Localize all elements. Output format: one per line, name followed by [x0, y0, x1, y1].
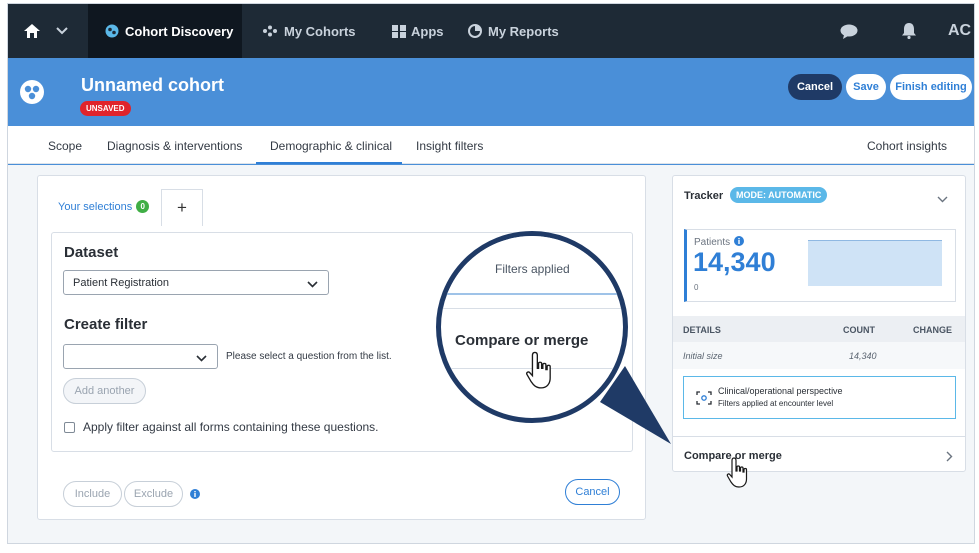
- zoom-compare-label: Compare or merge: [455, 332, 589, 349]
- zoom-hand-cursor-icon: [525, 350, 557, 399]
- app-window: Cohort Discovery My Cohorts Apps My Repo…: [7, 3, 975, 544]
- zoom-magnifier: Filters applied Compare or merge: [436, 231, 628, 423]
- zoom-divider: [441, 308, 623, 309]
- zoom-filters-applied: Filters applied: [495, 262, 570, 276]
